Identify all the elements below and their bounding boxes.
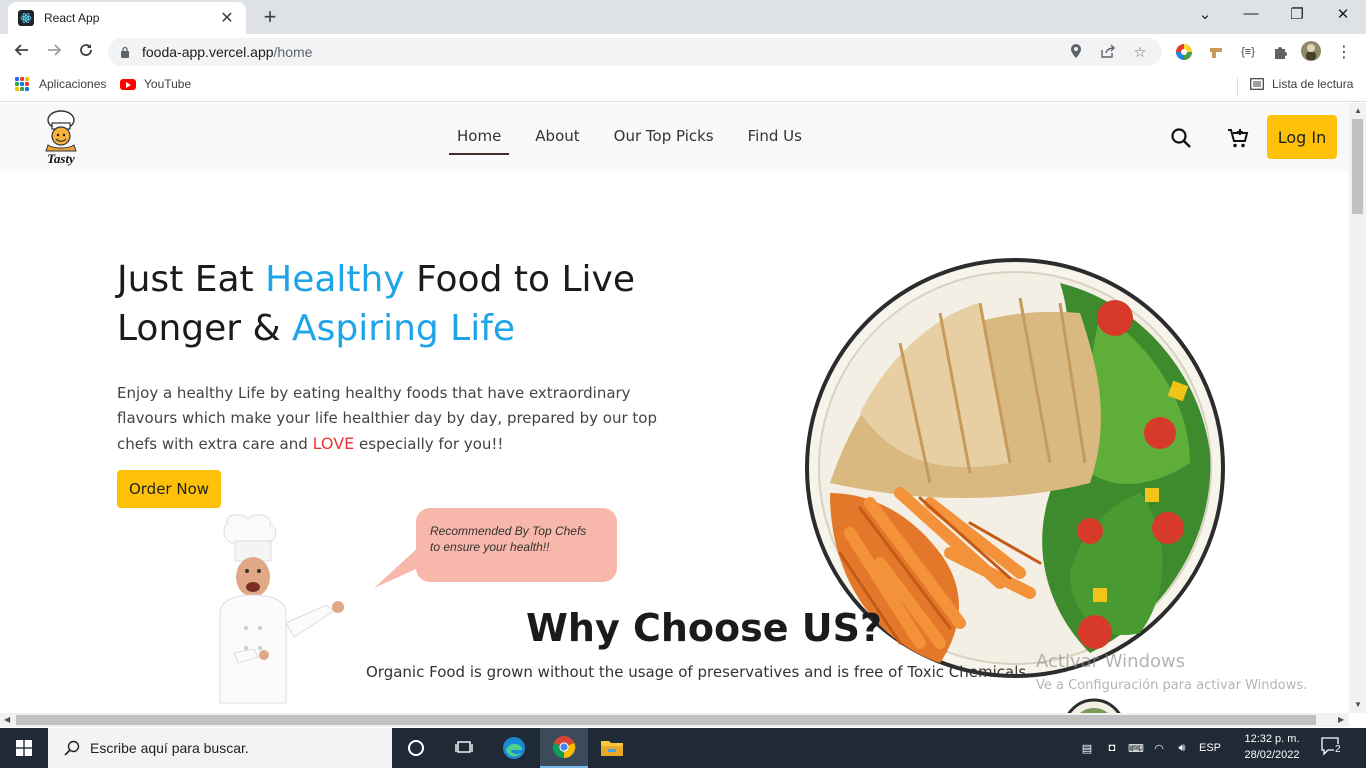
bookmark-apps[interactable]: Aplicaciones [15, 77, 106, 91]
hero-title-part-1: Just Eat [117, 259, 266, 300]
scroll-left-arrow-icon[interactable]: ◀ [4, 715, 10, 724]
web-page: Tasty Home About Our Top Picks Find Us L… [0, 103, 1349, 713]
lock-icon[interactable] [120, 46, 130, 58]
notification-center-button[interactable]: 2 [1320, 736, 1348, 760]
share-icon[interactable] [1098, 44, 1118, 61]
back-button[interactable] [10, 40, 34, 64]
ruler-extension-icon[interactable] [1205, 41, 1227, 63]
bookmark-star-icon[interactable]: ☆ [1130, 44, 1150, 61]
chef-photo [219, 514, 344, 704]
add-to-cart-icon[interactable] [1226, 126, 1250, 150]
bookmark-apps-label: Aplicaciones [39, 77, 107, 91]
browser-toolbar: fooda-app.vercel.app/home ☆ {≡} ⋮ [0, 34, 1366, 70]
search-icon[interactable] [1170, 127, 1192, 149]
login-button[interactable]: Log In [1267, 115, 1337, 159]
tab-title: React App [44, 11, 100, 25]
volume-icon[interactable]: 🔊︎ [1170, 742, 1194, 755]
nav-about[interactable]: About [527, 127, 587, 155]
nav-home[interactable]: Home [449, 127, 510, 155]
scroll-down-arrow-icon[interactable]: ▼ [1354, 700, 1362, 709]
cortana-icon[interactable] [392, 728, 440, 768]
youtube-icon [120, 78, 136, 90]
file-explorer-icon[interactable] [588, 728, 636, 768]
url-path: /home [273, 44, 313, 60]
why-choose-us-heading: Why Choose US? [526, 606, 883, 650]
horizontal-scroll-thumb[interactable] [16, 715, 1316, 725]
profile-avatar-icon[interactable] [1300, 40, 1322, 62]
bookmarks-bar: Aplicaciones YouTube Lista de lectura [0, 70, 1366, 102]
second-plate-image [1067, 698, 1121, 713]
browser-tab[interactable]: React App ✕ [8, 2, 246, 34]
color-picker-extension-icon[interactable] [1173, 41, 1195, 63]
news-widget-icon[interactable]: ▤ [1074, 742, 1100, 755]
hero-text-part-2: especially for you!! [354, 435, 504, 453]
vertical-scroll-thumb[interactable] [1352, 119, 1363, 214]
bubble-line-1: Recommended By Top Chefs [430, 524, 587, 538]
site-navbar: Tasty Home About Our Top Picks Find Us L… [0, 103, 1349, 171]
network-settings-icon[interactable]: ⌨ [1124, 742, 1148, 755]
start-button[interactable] [0, 728, 48, 768]
nav-find-us[interactable]: Find Us [740, 127, 810, 155]
new-tab-button[interactable]: + [258, 4, 282, 30]
clock-date: 28/02/2022 [1244, 749, 1300, 761]
svg-text:Tasty: Tasty [47, 151, 75, 166]
hero-description: Enjoy a healthy Life by eating healthy f… [117, 381, 677, 457]
reading-list-icon [1250, 78, 1264, 90]
reload-button[interactable] [74, 40, 98, 64]
hero-title-highlight-2: Aspiring Life [292, 308, 516, 349]
forward-button[interactable] [42, 40, 66, 64]
scroll-up-arrow-icon[interactable]: ▲ [1354, 106, 1362, 115]
browser-menu-icon[interactable]: ⋮ [1333, 41, 1355, 63]
tab-close-icon[interactable]: ✕ [218, 8, 236, 28]
system-tray: ▤ ◘ ⌨ ◠ 🔊︎ ESP [1074, 728, 1226, 768]
hero-title-highlight-1: Healthy [265, 259, 405, 300]
extensions-puzzle-icon[interactable] [1269, 41, 1291, 63]
input-language[interactable]: ESP [1194, 742, 1226, 754]
edge-browser-icon[interactable] [490, 728, 538, 768]
hero-text-love: LOVE [312, 434, 355, 453]
json-extension-icon[interactable]: {≡} [1237, 41, 1259, 63]
windows-activation-watermark: Activar Windows Ve a Configuración para … [1036, 651, 1307, 693]
address-bar[interactable]: fooda-app.vercel.app/home ☆ [108, 38, 1162, 66]
tasty-chef-logo[interactable]: Tasty [36, 108, 86, 168]
reading-list-label: Lista de lectura [1272, 77, 1354, 91]
horizontal-scrollbar[interactable]: ◀ ▶ [0, 713, 1349, 727]
order-now-button[interactable]: Order Now [117, 470, 221, 508]
windows-taskbar: Escribe aquí para buscar. ▤ ◘ ⌨ ◠ 🔊︎ ESP… [0, 728, 1366, 768]
clock-time: 12:32 p. m. [1244, 733, 1300, 745]
bookmark-youtube-label: YouTube [144, 77, 192, 91]
close-window-button[interactable]: ✕ [1333, 5, 1353, 23]
nav-top-picks[interactable]: Our Top Picks [606, 127, 722, 155]
browser-tab-strip: React App ✕ + ⌄ — ❐ ✕ [0, 0, 1366, 34]
taskbar-clock[interactable]: 12:32 p. m. 28/02/2022 [1240, 731, 1304, 763]
site-nav-links: Home About Our Top Picks Find Us [449, 127, 828, 155]
reading-list-button[interactable]: Lista de lectura [1250, 77, 1353, 91]
tab-search-chevron-icon[interactable]: ⌄ [1195, 5, 1215, 23]
scroll-right-arrow-icon[interactable]: ▶ [1338, 715, 1344, 724]
task-view-icon[interactable] [440, 728, 488, 768]
taskbar-search-box[interactable]: Escribe aquí para buscar. [48, 728, 392, 768]
vertical-scrollbar[interactable]: ▲ ▼ [1349, 103, 1366, 713]
taskbar-search-placeholder: Escribe aquí para buscar. [90, 740, 249, 756]
chef-speech-bubble: Recommended By Top Chefs to ensure your … [416, 508, 617, 582]
url-host: fooda-app.vercel.app [142, 44, 274, 60]
minimize-button[interactable]: — [1241, 5, 1261, 22]
taskbar-search-icon [64, 740, 80, 756]
bookmarks-divider [1237, 78, 1238, 96]
react-favicon-icon [18, 10, 34, 26]
bubble-line-2: to ensure your health!! [430, 540, 550, 554]
meet-now-icon[interactable]: ◘ [1100, 742, 1124, 754]
hero-title: Just Eat Healthy Food to Live Longer & A… [117, 255, 717, 353]
restore-button[interactable]: ❐ [1287, 5, 1307, 23]
location-pin-icon[interactable] [1066, 43, 1086, 61]
windows-logo-icon [16, 740, 32, 756]
watermark-line-2: Ve a Configuración para activar Windows. [1036, 678, 1308, 693]
chrome-browser-icon[interactable] [540, 728, 588, 768]
bookmark-youtube[interactable]: YouTube [120, 77, 191, 91]
apps-grid-icon [15, 77, 29, 91]
wifi-icon[interactable]: ◠ [1148, 742, 1170, 755]
why-choose-us-text: Organic Food is grown without the usage … [366, 663, 1027, 681]
watermark-line-1: Activar Windows [1036, 651, 1186, 672]
notification-count: 2 [1334, 744, 1342, 755]
